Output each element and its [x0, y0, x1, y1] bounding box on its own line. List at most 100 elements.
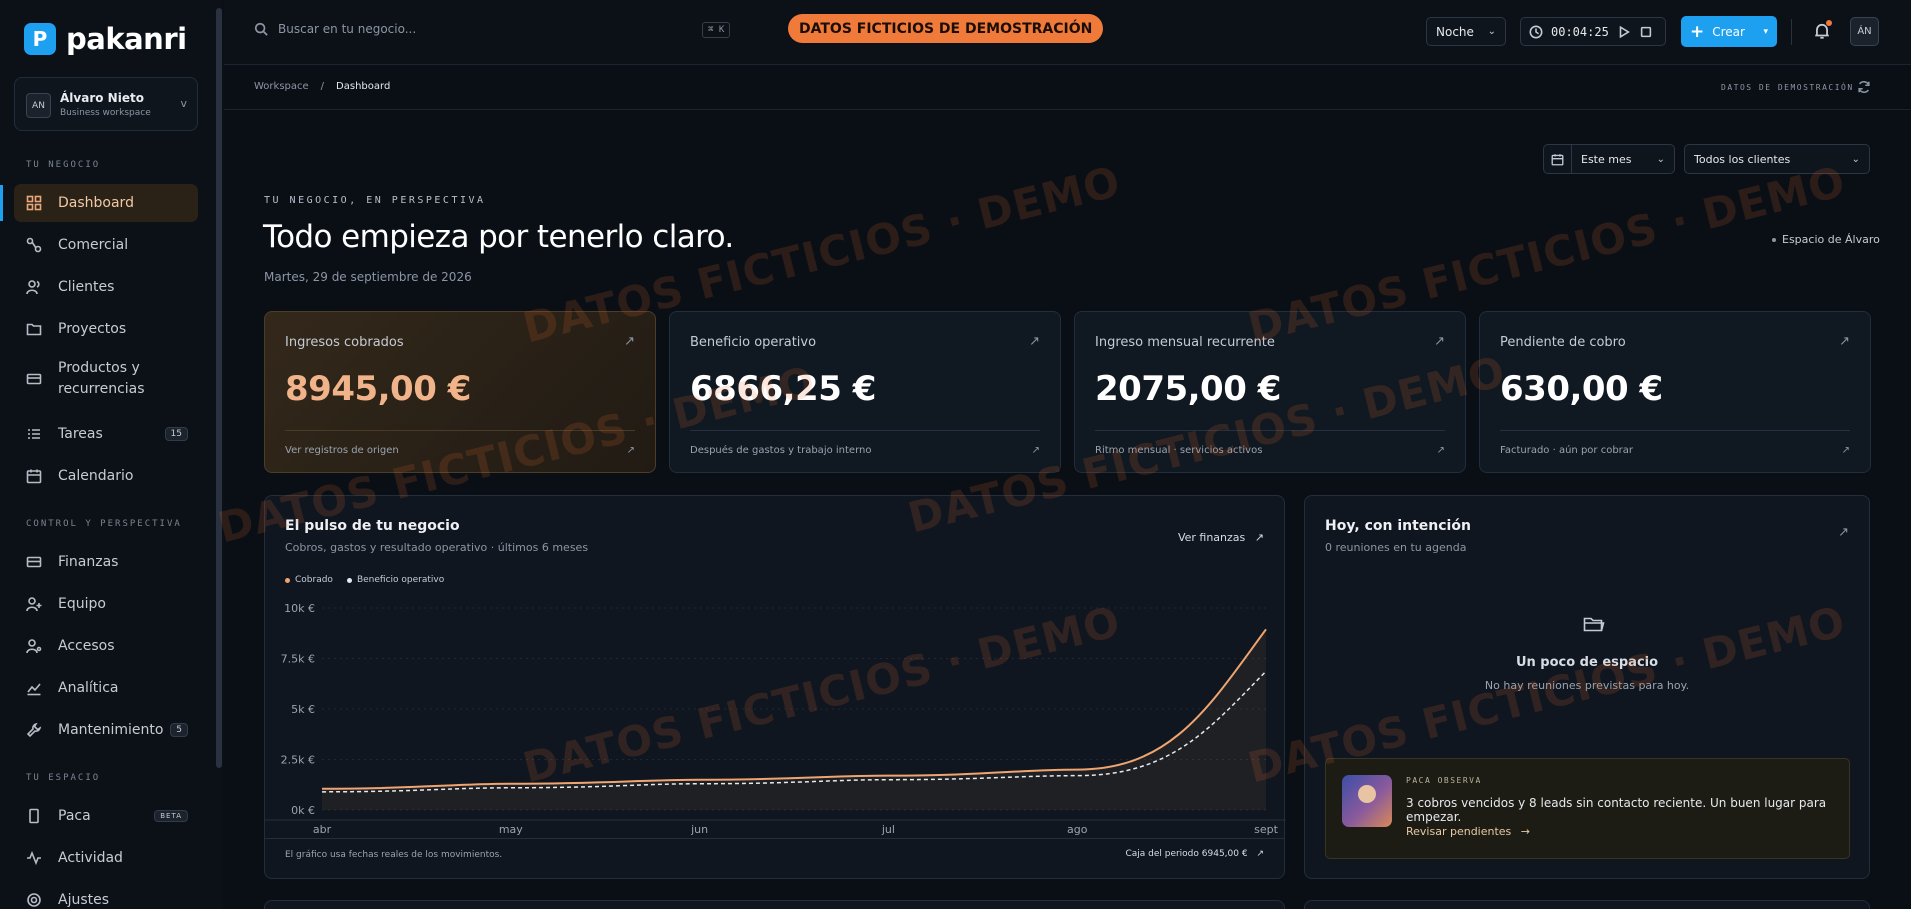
period-select[interactable]: Este mes ⌄: [1543, 144, 1675, 174]
notifications-button[interactable]: [1813, 20, 1832, 44]
sidebar-item-label: Dashboard: [58, 195, 134, 211]
breadcrumb-bar: Workspace / Dashboard DATOS DE DEMOSTRAC…: [224, 66, 1911, 110]
kpi-foot: Facturado · aún por cobrar: [1500, 445, 1634, 456]
sidebar-item-equipo[interactable]: Equipo: [14, 585, 198, 623]
section-label: TU NEGOCIO: [26, 160, 101, 170]
workspace-type: Business workspace: [60, 108, 151, 118]
breadcrumb-current: Dashboard: [336, 81, 391, 92]
users-icon: [25, 278, 43, 296]
sidebar-item-comercial[interactable]: Comercial: [14, 226, 198, 264]
key-icon: [25, 637, 43, 655]
sidebar-item-tareas[interactable]: Tareas 15: [14, 415, 198, 453]
refresh-button[interactable]: [1857, 80, 1871, 98]
kpi-card-pendiente[interactable]: Pendiente de cobro ↗ 630,00 € Facturado …: [1479, 311, 1871, 473]
kpi-foot: Ritmo mensual · servicios activos: [1095, 445, 1263, 456]
kpi-foot: Después de gastos y trabajo interno: [690, 445, 872, 456]
kpi-foot[interactable]: Ver registros de origen: [285, 445, 399, 456]
sidebar-item-label: Ajustes: [58, 892, 110, 908]
breadcrumb-root[interactable]: Workspace: [254, 81, 309, 92]
sidebar-item-label: Equipo: [58, 596, 106, 612]
theme-select[interactable]: Noche ⌄: [1426, 17, 1506, 46]
sidebar-item-clientes[interactable]: Clientes: [14, 268, 198, 306]
activity-icon: [25, 849, 43, 867]
sidebar-item-label: Mantenimiento: [58, 722, 164, 738]
sidebar-item-mantenimiento[interactable]: Mantenimiento 5: [14, 711, 198, 749]
card-title: Hoy, con intención: [1325, 518, 1471, 534]
search-shortcut: ⌘ K: [702, 22, 731, 38]
search-icon: [254, 22, 268, 36]
chevron-down-icon: v: [180, 97, 187, 110]
sidebar-item-calendario[interactable]: Calendario: [14, 457, 198, 495]
workspace-switcher[interactable]: AN Álvaro Nieto Business workspace v: [14, 77, 198, 131]
arrow-up-right-icon: ↗: [1839, 334, 1850, 349]
kpi-card-ingresos[interactable]: Ingresos cobrados ↗ 8945,00 € Ver regist…: [264, 311, 656, 473]
grid-icon: [25, 194, 43, 212]
sidebar-item-proyectos[interactable]: Proyectos: [14, 310, 198, 348]
sidebar-item-label: Comercial: [58, 237, 129, 253]
tasks-count-badge: 15: [164, 427, 188, 441]
sidebar-item-analitica[interactable]: Analítica: [14, 669, 198, 707]
create-button[interactable]: + Crear ▾: [1681, 16, 1777, 47]
pulse-card: El pulso de tu negocio Cobros, gastos y …: [264, 495, 1286, 879]
x-tick-label: jul: [881, 823, 895, 836]
calendar-icon: [1544, 145, 1572, 173]
sidebar-item-accesos[interactable]: Accesos: [14, 627, 198, 665]
sidebar-scrollbar[interactable]: [215, 0, 223, 909]
page-eyebrow: TU NEGOCIO, EN PERSPECTIVA: [264, 195, 486, 206]
folder-open-icon: [1582, 612, 1606, 640]
chevron-down-icon: ⌄: [1851, 153, 1860, 165]
empty-state-subtitle: No hay reuniones previstas para hoy.: [1484, 679, 1690, 692]
sidebar-item-productos[interactable]: Productos y recurrencias: [14, 352, 198, 406]
brand-logo[interactable]: P pakanri: [24, 22, 187, 56]
kpi-label: Ingreso mensual recurrente: [1095, 335, 1275, 350]
sidebar-item-label: Finanzas: [58, 554, 119, 570]
clock-icon: [1529, 25, 1543, 38]
link-label: Revisar pendientes: [1406, 825, 1512, 838]
sidebar-item-paca[interactable]: Paca BETA: [14, 797, 198, 835]
search-input[interactable]: Buscar en tu negocio...: [254, 22, 416, 36]
period-value: Este mes: [1581, 152, 1632, 166]
divider: [690, 430, 1040, 431]
calendar-icon: [25, 467, 43, 485]
chevron-down-icon: ⌄: [1487, 26, 1496, 37]
sidebar-item-label: Proyectos: [58, 321, 127, 337]
x-tick-label: abr: [313, 823, 332, 836]
sidebar-item-label: Paca: [58, 808, 91, 824]
kpi-card-mrr[interactable]: Ingreso mensual recurrente ↗ 2075,00 € R…: [1074, 311, 1466, 473]
stop-icon[interactable]: [1639, 25, 1653, 39]
team-icon: [25, 595, 43, 613]
arrow-up-right-icon[interactable]: ↗: [1838, 525, 1849, 540]
kpi-card-beneficio[interactable]: Beneficio operativo ↗ 6866,25 € Después …: [669, 311, 1061, 473]
sidebar-item-label: Analítica: [58, 680, 119, 696]
logo-mark-icon: P: [24, 23, 56, 55]
y-tick-label: 0k €: [291, 804, 315, 817]
chart-total[interactable]: Caja del periodo 6945,00 € ↗: [1125, 849, 1264, 859]
chevron-down-icon: ⌄: [1656, 153, 1665, 165]
arrow-up-right-icon: ↗: [626, 445, 635, 456]
kpi-value: 8945,00 €: [285, 369, 471, 409]
clients-select[interactable]: Todos los clientes ⌄: [1684, 144, 1870, 174]
kpi-label: Beneficio operativo: [690, 335, 817, 350]
sidebar-item-actividad[interactable]: Actividad: [14, 839, 198, 877]
sidebar-item-ajustes[interactable]: Ajustes: [14, 881, 198, 909]
play-icon[interactable]: [1617, 25, 1631, 39]
analytics-icon: [25, 679, 43, 697]
scrollbar-thumb[interactable]: [216, 8, 222, 768]
kpi-value: 2075,00 €: [1095, 369, 1281, 409]
user-avatar[interactable]: ÁN: [1850, 17, 1879, 46]
x-tick-label: jun: [690, 823, 708, 836]
space-indicator: Espacio de Álvaro: [1772, 233, 1880, 246]
revisar-pendientes-link[interactable]: Revisar pendientes →: [1406, 825, 1530, 838]
beta-badge: BETA: [154, 810, 188, 822]
sidebar-item-dashboard[interactable]: Dashboard: [14, 184, 198, 222]
today-card: Hoy, con intención 0 reuniones en tu age…: [1304, 495, 1870, 879]
kpi-label: Ingresos cobrados: [285, 335, 404, 350]
demo-banner: DATOS FICTICIOS DE DEMOSTRACIÓN: [788, 14, 1104, 43]
breadcrumb-separator: /: [320, 81, 325, 92]
phone-icon: [25, 807, 43, 825]
sidebar-item-label: Clientes: [58, 279, 115, 295]
arrow-up-right-icon: ↗: [1841, 445, 1850, 456]
paca-avatar: [1342, 775, 1392, 827]
dot-icon: [1772, 237, 1776, 242]
sidebar-item-finanzas[interactable]: Finanzas: [14, 543, 198, 581]
